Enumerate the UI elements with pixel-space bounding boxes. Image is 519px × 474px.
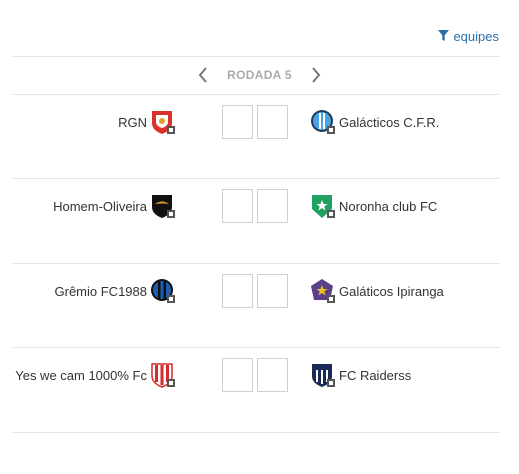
purple-star-crest-icon: [311, 279, 335, 303]
away-team: Galácticos C.F.R.: [310, 110, 439, 134]
home-team: Grêmio FC1988: [55, 279, 176, 303]
home-team-name: Yes we cam 1000% Fc: [15, 367, 147, 383]
divider: [13, 56, 500, 57]
home-score-input[interactable]: [222, 358, 253, 392]
home-score-input[interactable]: [222, 274, 253, 308]
red-white-striped-crest-icon: [151, 363, 175, 388]
divider: [13, 432, 500, 433]
black-eagle-crest-icon: [152, 195, 175, 218]
match-row: Yes we cam 1000% Fc FC Raiderss: [13, 348, 500, 432]
home-score-input[interactable]: [222, 105, 253, 139]
home-team: Homem-Oliveira: [53, 194, 176, 218]
green-star-crest-icon: [312, 195, 335, 218]
chevron-left-icon: [198, 67, 207, 83]
away-team-name: Noronha club FC: [339, 198, 438, 214]
away-team: Galáticos Ipiranga: [310, 279, 444, 303]
home-team: Yes we cam 1000% Fc: [15, 363, 176, 388]
away-team: FC Raiderss: [310, 363, 411, 387]
away-score-input[interactable]: [257, 274, 288, 308]
navy-striped-crest-icon: [312, 364, 335, 387]
away-score-input[interactable]: [257, 358, 288, 392]
teams-filter-label: equipes: [453, 28, 499, 44]
blue-black-round-crest-icon: [151, 279, 175, 303]
home-team-name: RGN: [118, 114, 147, 130]
home-team-name: Homem-Oliveira: [53, 198, 147, 214]
round-navigator: RODADA 5: [0, 60, 519, 90]
away-team-name: Galáticos Ipiranga: [339, 283, 444, 299]
away-team-name: Galácticos C.F.R.: [339, 114, 440, 130]
previous-round-button[interactable]: [193, 65, 213, 85]
away-score-input[interactable]: [257, 189, 288, 223]
away-team-name: FC Raiderss: [339, 367, 412, 383]
match-row: RGN Galácticos C.F.R.: [13, 95, 500, 179]
away-team: Noronha club FC: [310, 194, 437, 218]
next-round-button[interactable]: [306, 65, 326, 85]
home-team: RGN: [118, 110, 176, 134]
round-label: RODADA 5: [227, 68, 292, 82]
match-row: Homem-Oliveira Noronha club FC: [13, 179, 500, 263]
filter-icon: [438, 30, 450, 42]
home-score-input[interactable]: [222, 189, 253, 223]
teams-filter-button[interactable]: equipes: [438, 27, 499, 45]
chevron-right-icon: [312, 67, 321, 83]
light-blue-striped-crest-icon: [311, 110, 335, 134]
red-white-shield-crest-icon: [152, 111, 175, 134]
away-score-input[interactable]: [257, 105, 288, 139]
home-team-name: Grêmio FC1988: [54, 283, 147, 299]
match-row: Grêmio FC1988 Galáticos Ipiranga: [13, 264, 500, 348]
